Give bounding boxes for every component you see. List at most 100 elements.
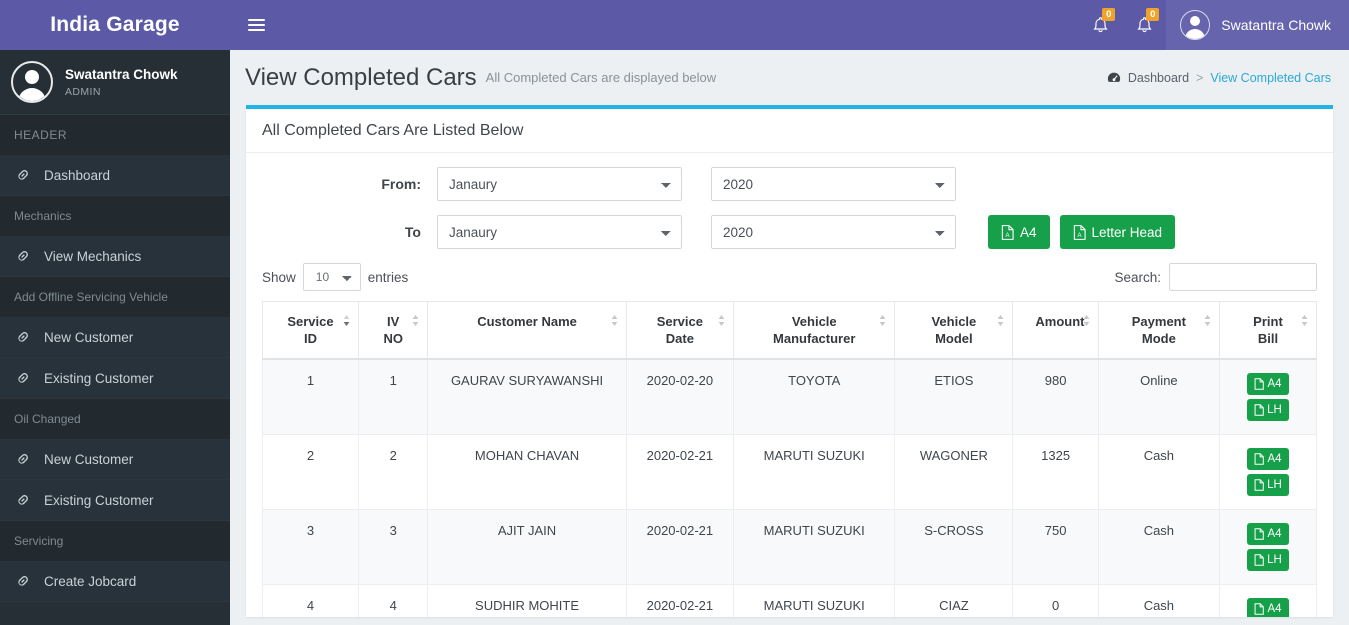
sidebar-item-offline-existing-customer[interactable]: Existing Customer [0, 358, 230, 399]
table-row[interactable]: 1 1 GAURAV SURYAWANSHI 2020-02-20 TOYOTA… [262, 358, 1318, 435]
page-length-select[interactable]: 10 [302, 263, 361, 291]
link-icon [18, 495, 28, 505]
sidebar-section-mechanics: Mechanics [0, 196, 230, 236]
column-payment-mode[interactable]: Payment Mode [1097, 301, 1220, 360]
column-amount[interactable]: Amount [1012, 301, 1099, 360]
cell-payment-mode: Online [1097, 358, 1220, 435]
page-length-control: Show 10 entries [262, 263, 408, 291]
column-service-date[interactable]: Service Date [625, 301, 735, 360]
table-row[interactable]: 4 4 SUDHIR MOHITE 2020-02-21 MARUTI SUZU… [262, 584, 1318, 617]
svg-text:A: A [1077, 233, 1081, 239]
table-row[interactable]: 3 3 AJIT JAIN 2020-02-21 MARUTI SUZUKI S… [262, 509, 1318, 585]
card-body: From: Janaury 2020 To Janaury 2020 A A4 … [246, 153, 1333, 617]
sidebar-user-block[interactable]: Swatantra Chowk ADMIN [0, 50, 230, 115]
to-month-select[interactable]: Janaury [437, 215, 682, 249]
filter-row-from: From: Janaury 2020 [262, 167, 1317, 201]
content-card: All Completed Cars Are Listed Below From… [246, 105, 1333, 617]
column-label: Amount [1035, 314, 1085, 329]
print-a4-button[interactable]: A4 [1246, 523, 1289, 545]
sidebar-item-dashboard[interactable]: Dashboard [0, 155, 230, 196]
from-month-select[interactable]: Janaury [437, 167, 682, 201]
sidebar-item-oil-new-customer[interactable]: New Customer [0, 439, 230, 480]
app-root: India Garage Swatantra Chowk ADMIN HEADE… [0, 0, 1349, 625]
cell-payment-mode: Cash [1097, 584, 1220, 617]
brand-logo[interactable]: India Garage [0, 0, 230, 50]
cell-print-bill: A4 LH [1218, 358, 1318, 435]
pdf-file-icon [1255, 378, 1265, 390]
table-body: 1 1 GAURAV SURYAWANSHI 2020-02-20 TOYOTA… [262, 358, 1318, 617]
cell-payment-mode: Cash [1097, 509, 1220, 585]
print-lh-button[interactable]: LH [1246, 399, 1289, 421]
show-label: Show [262, 269, 296, 285]
cell-service-id: 1 [262, 358, 359, 435]
breadcrumb-current: View Completed Cars [1210, 70, 1331, 85]
sort-neutral-icon [611, 315, 618, 326]
sidebar-item-label: New Customer [44, 451, 134, 467]
profile-menu[interactable]: Swatantra Chowk [1166, 0, 1349, 50]
sidebar-item-label: Existing Customer [44, 370, 154, 386]
hamburger-icon[interactable] [230, 16, 282, 34]
from-label: From: [381, 176, 421, 192]
link-icon [18, 576, 28, 586]
column-vehicle-model[interactable]: Vehicle Model [894, 301, 1014, 360]
cell-model: S-CROSS [894, 509, 1014, 585]
search-input[interactable] [1169, 263, 1317, 291]
sidebar-item-label: Existing Customer [44, 492, 154, 508]
sort-neutral-icon [1083, 315, 1090, 326]
print-lh-button[interactable]: LH [1246, 549, 1289, 571]
export-letterhead-label: Letter Head [1091, 224, 1163, 240]
column-iv-no[interactable]: IV NO [357, 301, 429, 360]
cell-service-date: 2020-02-20 [625, 358, 735, 435]
table-row[interactable]: 2 2 MOHAN CHAVAN 2020-02-21 MARUTI SUZUK… [262, 434, 1318, 510]
topbar: 0 0 Swatantra Chowk [230, 0, 1349, 50]
export-letterhead-button[interactable]: A Letter Head [1059, 215, 1176, 249]
column-vehicle-manufacturer[interactable]: Vehicle Manufacturer [733, 301, 896, 360]
column-service-id[interactable]: Service ID [262, 301, 359, 360]
cell-manufacturer: MARUTI SUZUKI [733, 434, 896, 510]
cell-model: ETIOS [894, 358, 1014, 435]
cell-manufacturer: TOYOTA [733, 358, 896, 435]
column-customer-name[interactable]: Customer Name [427, 301, 627, 360]
cell-service-id: 2 [262, 434, 359, 510]
cell-service-date: 2020-02-21 [625, 434, 735, 510]
breadcrumb-dashboard[interactable]: Dashboard [1128, 71, 1189, 85]
sidebar-item-oil-existing-customer[interactable]: Existing Customer [0, 480, 230, 521]
cell-amount: 980 [1012, 358, 1099, 435]
sort-neutral-icon [413, 315, 419, 326]
sidebar-item-label: New Customer [44, 329, 134, 345]
from-year-select[interactable]: 2020 [711, 167, 956, 201]
print-lh-label: LH [1267, 404, 1282, 416]
notification-bell-2[interactable]: 0 [1122, 0, 1166, 50]
cell-amount: 1325 [1012, 434, 1099, 510]
print-a4-label: A4 [1267, 603, 1282, 615]
to-year-select[interactable]: 2020 [711, 215, 956, 249]
print-a4-label: A4 [1267, 453, 1282, 465]
pdf-file-icon [1255, 528, 1265, 540]
cell-customer-name: MOHAN CHAVAN [427, 434, 627, 510]
brand-title: India Garage [50, 13, 180, 36]
cell-customer-name: GAURAV SURYAWANSHI [427, 358, 627, 435]
cell-iv-no: 1 [357, 358, 429, 435]
breadcrumb: Dashboard > View Completed Cars [1107, 71, 1331, 85]
card-heading: All Completed Cars Are Listed Below [246, 109, 1333, 153]
print-lh-button[interactable]: LH [1246, 474, 1289, 496]
cell-manufacturer: MARUTI SUZUKI [733, 509, 896, 585]
sidebar-item-offline-new-customer[interactable]: New Customer [0, 317, 230, 358]
column-label: Customer Name [477, 314, 577, 329]
print-a4-button[interactable]: A4 [1246, 448, 1289, 470]
sidebar-item-create-jobcard[interactable]: Create Jobcard [0, 561, 230, 602]
sidebar-item-view-mechanics[interactable]: View Mechanics [0, 236, 230, 277]
notification-bell-1[interactable]: 0 [1078, 0, 1122, 50]
pdf-file-icon [1254, 404, 1264, 416]
print-a4-button[interactable]: A4 [1246, 598, 1289, 617]
print-a4-button[interactable]: A4 [1246, 373, 1289, 395]
sidebar: India Garage Swatantra Chowk ADMIN HEADE… [0, 0, 230, 625]
cell-model: WAGONER [894, 434, 1014, 510]
sidebar-user-role: ADMIN [65, 86, 101, 98]
column-print-bill[interactable]: Print Bill [1218, 301, 1318, 360]
cell-model: CIAZ [894, 584, 1014, 617]
export-a4-button[interactable]: A A4 [988, 215, 1050, 249]
breadcrumb-separator: > [1196, 70, 1204, 85]
sort-neutral-icon [879, 315, 886, 326]
print-a4-label: A4 [1267, 528, 1282, 540]
